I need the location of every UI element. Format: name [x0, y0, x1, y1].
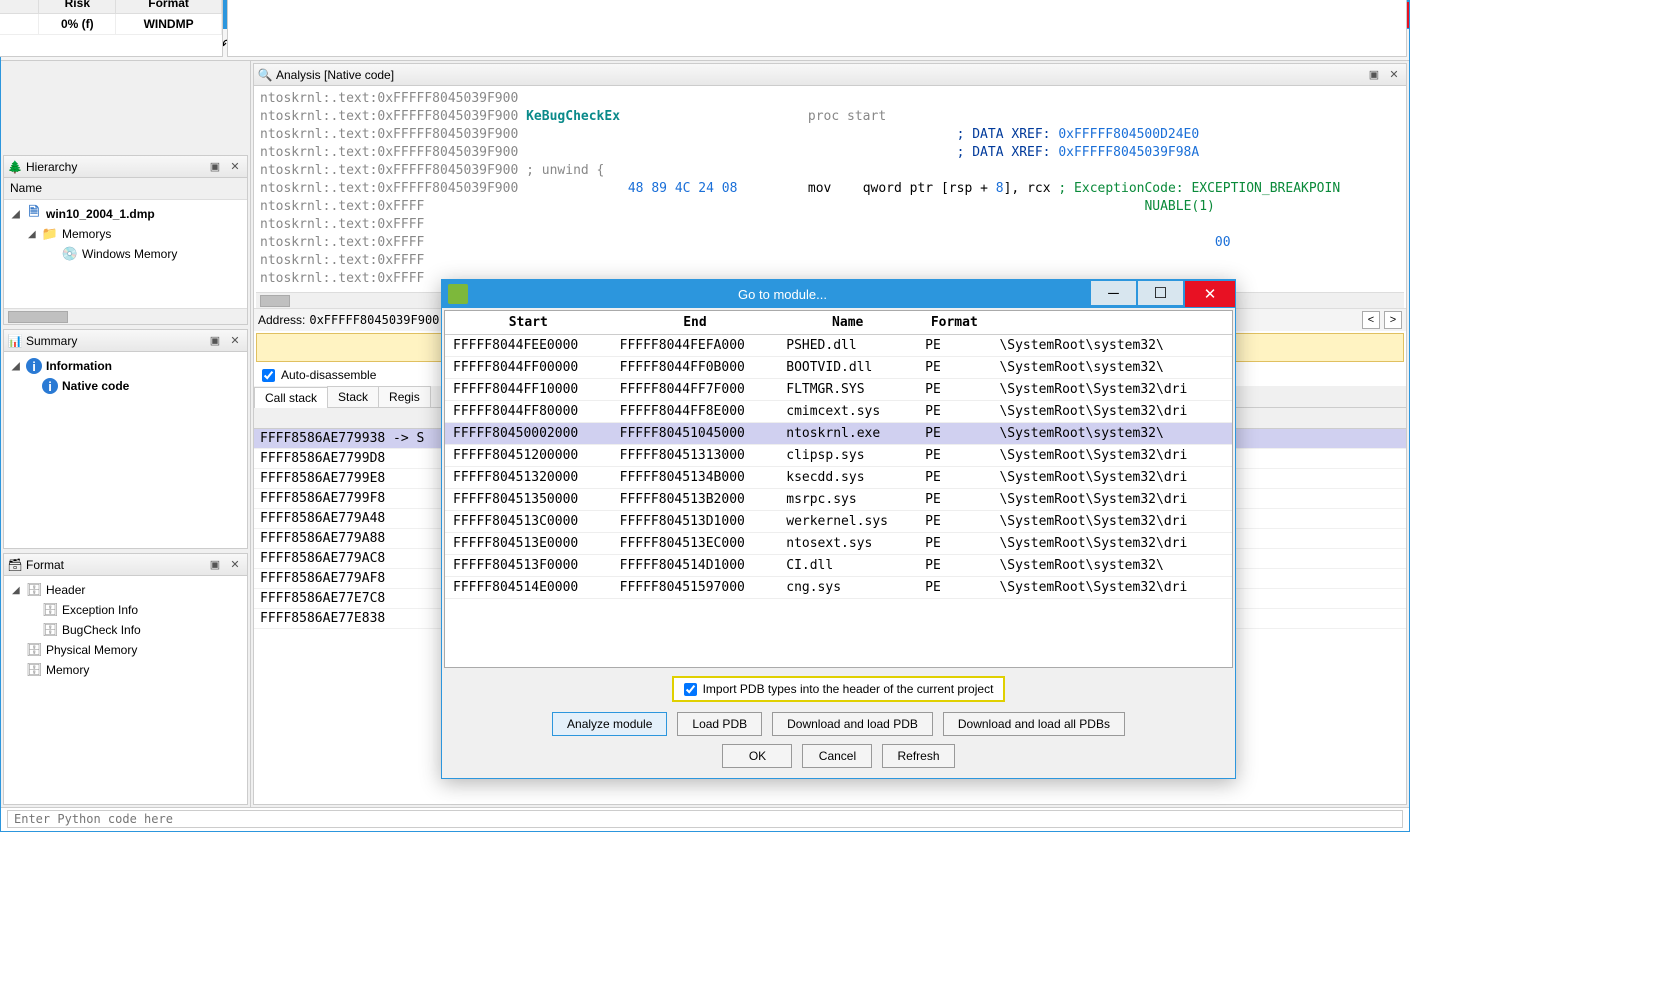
hierarchy-title: Hierarchy: [26, 160, 203, 174]
folder-icon: 📁: [42, 226, 58, 242]
import-pdb-label: Import PDB types into the header of the …: [703, 682, 994, 696]
db-icon: 🗄: [42, 602, 58, 618]
app-icon: [448, 284, 468, 304]
tab-stack[interactable]: Stack: [327, 386, 379, 407]
panel-close-icon[interactable]: ✕: [227, 159, 243, 175]
download-load-all-pdbs-button[interactable]: Download and load all PDBs: [943, 712, 1125, 736]
address-next-button[interactable]: >: [1384, 311, 1402, 329]
module-row[interactable]: FFFFF804513C0000FFFFF804513D1000werkerne…: [445, 511, 1232, 533]
module-row[interactable]: FFFFF80451320000FFFFF8045134B000ksecdd.s…: [445, 467, 1232, 489]
python-input[interactable]: [7, 810, 1403, 828]
module-row[interactable]: FFFFF8044FF00000FFFFF8044FF0B000BOOTVID.…: [445, 357, 1232, 379]
db-icon: 🗄: [26, 582, 42, 598]
module-row[interactable]: FFFFF804513F0000FFFFF804514D1000CI.dllPE…: [445, 555, 1232, 577]
db-icon: 🗄: [26, 662, 42, 678]
db-icon: 🗄: [42, 622, 58, 638]
panel-float-icon[interactable]: ▣: [1366, 67, 1382, 83]
module-row[interactable]: FFFFF804514E0000FFFFF80451597000cng.sysP…: [445, 577, 1232, 599]
import-pdb-checkbox[interactable]: [684, 683, 697, 696]
info-icon: i: [26, 358, 42, 374]
summary-title: Summary: [26, 334, 203, 348]
panel-float-icon[interactable]: ▣: [207, 333, 223, 349]
panel-close-icon[interactable]: ✕: [227, 557, 243, 573]
address-value: 0xFFFFF8045039F900: [309, 313, 439, 327]
summary-icon: 📊: [8, 334, 22, 348]
address-prev-button[interactable]: <: [1362, 311, 1380, 329]
modal-close-button[interactable]: ✕: [1185, 281, 1235, 307]
hierarchy-col: Name: [4, 178, 247, 200]
summary-information[interactable]: ◢iInformation: [8, 356, 243, 376]
memory-icon: 💿: [62, 246, 78, 262]
modal-maximize-button[interactable]: ☐: [1138, 281, 1183, 305]
summary-native[interactable]: iNative code: [8, 376, 243, 396]
format-bug[interactable]: 🗄BugCheck Info: [8, 620, 243, 640]
auto-disassemble-label: Auto-disassemble: [281, 368, 376, 382]
module-row[interactable]: FFFFF80450002000FFFFF80451045000ntoskrnl…: [445, 423, 1232, 445]
module-row[interactable]: FFFFF804513E0000FFFFF804513EC000ntosext.…: [445, 533, 1232, 555]
tree-memorys[interactable]: ◢📁Memorys: [8, 224, 243, 244]
format-mem[interactable]: 🗄Memory: [8, 660, 243, 680]
modal-minimize-button[interactable]: ─: [1091, 281, 1136, 305]
db-icon: 🗄: [26, 642, 42, 658]
load-pdb-button[interactable]: Load PDB: [677, 712, 762, 736]
magnifier-icon: 🔍: [258, 68, 272, 82]
download-load-pdb-button[interactable]: Download and load PDB: [772, 712, 933, 736]
modal-title: Go to module...: [474, 287, 1091, 302]
format-title: Format: [26, 558, 203, 572]
format-exc[interactable]: 🗄Exception Info: [8, 600, 243, 620]
refresh-button[interactable]: Refresh: [882, 744, 954, 768]
module-table[interactable]: Start End Name Format FFFFF8044FEE0000FF…: [445, 311, 1232, 599]
panel-close-icon[interactable]: ✕: [227, 333, 243, 349]
info-icon: i: [42, 378, 58, 394]
module-row[interactable]: FFFFF80451350000FFFFF804513B2000msrpc.sy…: [445, 489, 1232, 511]
format-icon: 🗃: [8, 558, 22, 572]
tree-winmem[interactable]: 💿Windows Memory: [8, 244, 243, 264]
tab-registers[interactable]: Regis: [378, 386, 431, 407]
disassembly-view[interactable]: ntoskrnl:.text:0xFFFFF8045039F900 ntoskr…: [254, 86, 1406, 292]
format-phys[interactable]: 🗄Physical Memory: [8, 640, 243, 660]
analysis-title: Analysis [Native code]: [276, 68, 1362, 82]
panel-close-icon[interactable]: ✕: [1386, 67, 1402, 83]
auto-disassemble-checkbox[interactable]: [262, 369, 275, 382]
panel-float-icon[interactable]: ▣: [207, 557, 223, 573]
tab-call-stack[interactable]: Call stack: [254, 387, 328, 408]
ok-button[interactable]: OK: [722, 744, 792, 768]
file-icon: 🗎: [26, 206, 42, 222]
tree-icon: 🌲: [8, 160, 22, 174]
address-label: Address:: [258, 313, 305, 327]
panel-float-icon[interactable]: ▣: [207, 159, 223, 175]
module-row[interactable]: FFFFF8044FF10000FFFFF8044FF7F000FLTMGR.S…: [445, 379, 1232, 401]
module-row[interactable]: FFFFF80451200000FFFFF80451313000clipsp.s…: [445, 445, 1232, 467]
goto-module-dialog: Go to module... ─ ☐ ✕ Start End Name For…: [441, 279, 1236, 779]
analyze-module-button[interactable]: Analyze module: [552, 712, 667, 736]
format-header[interactable]: ◢🗄Header: [8, 580, 243, 600]
cancel-button[interactable]: Cancel: [802, 744, 872, 768]
module-row[interactable]: FFFFF8044FEE0000FFFFF8044FEFA000PSHED.dl…: [445, 335, 1232, 357]
tree-root[interactable]: ◢🗎win10_2004_1.dmp: [8, 204, 243, 224]
module-row[interactable]: FFFFF8044FF80000FFFFF8044FF8E000cmimcext…: [445, 401, 1232, 423]
